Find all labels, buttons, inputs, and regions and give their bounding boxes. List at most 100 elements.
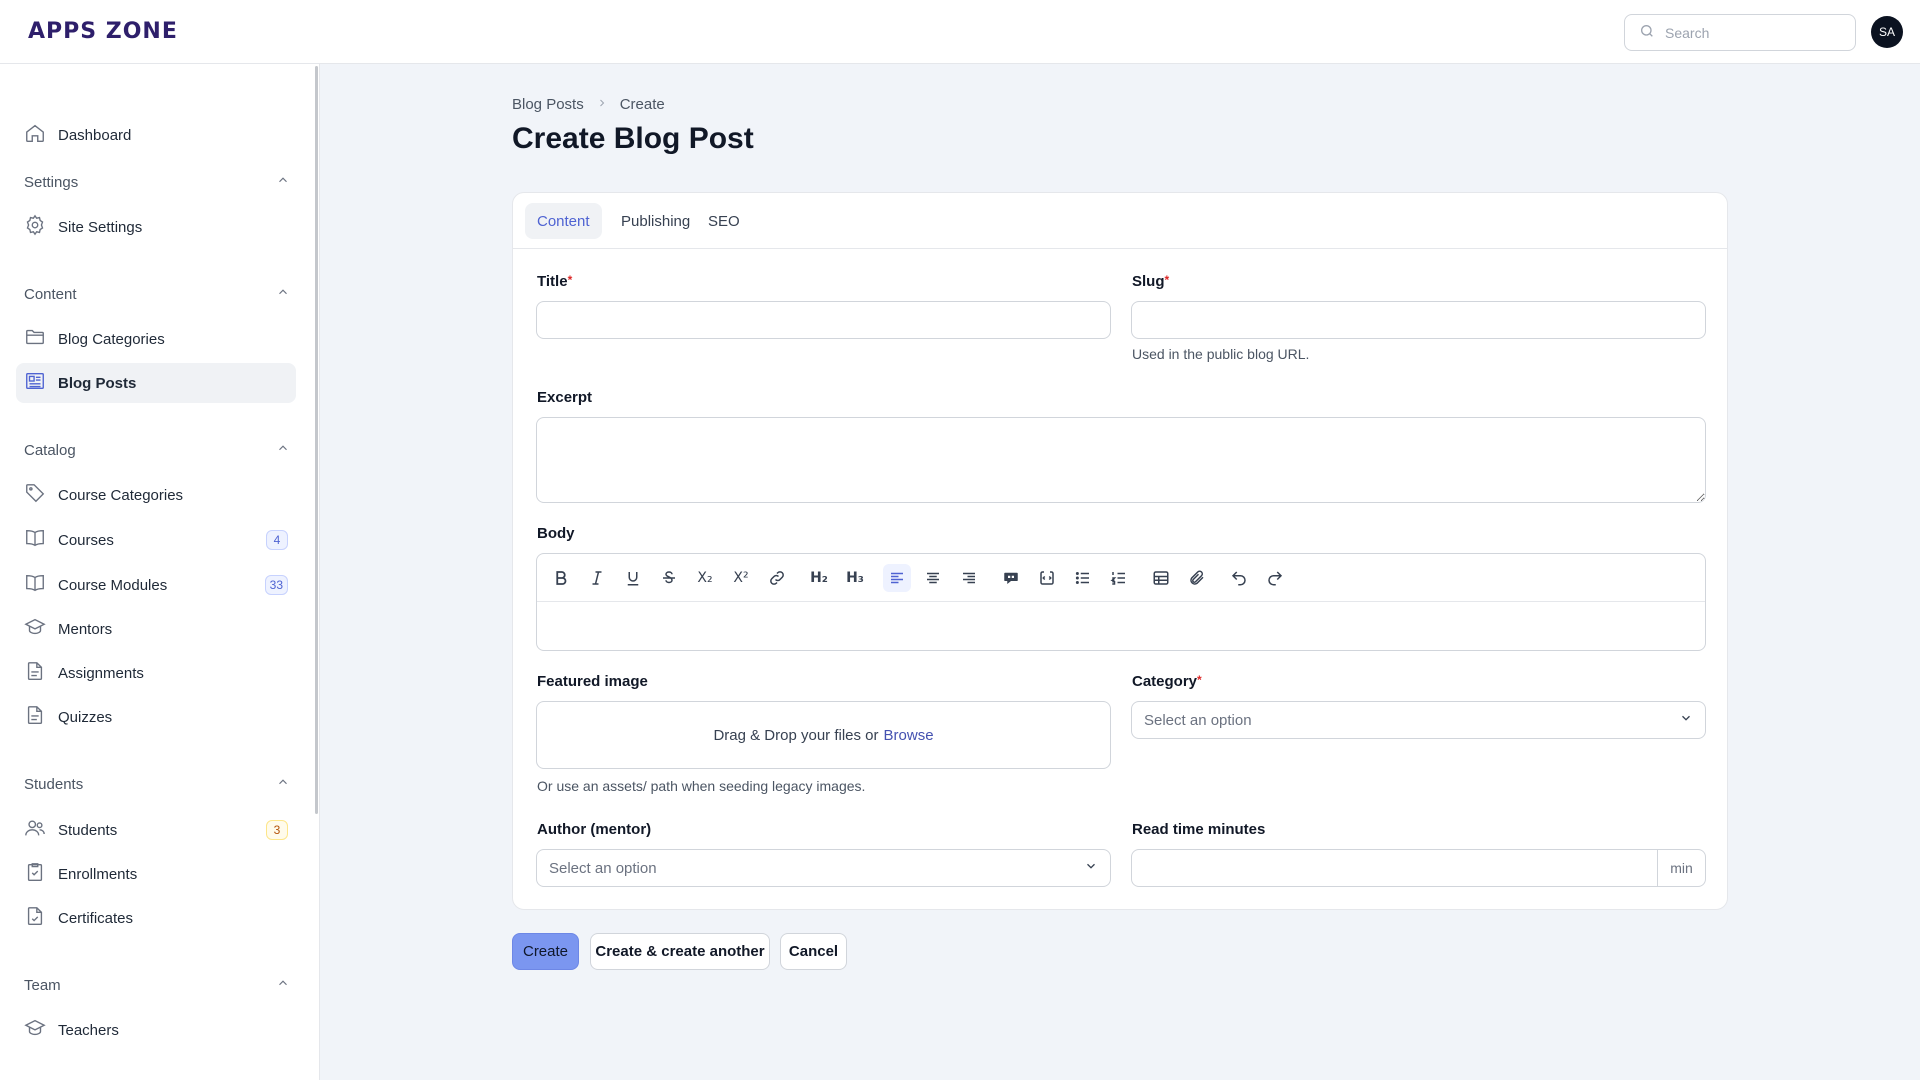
- sidebar-group-content[interactable]: Content: [24, 282, 290, 306]
- graduation-cap-icon: [24, 616, 46, 642]
- browse-link[interactable]: Browse: [884, 727, 934, 744]
- sidebar-item-students[interactable]: Students 3: [16, 810, 296, 850]
- book-open-icon: [24, 527, 46, 553]
- heading-3-icon[interactable]: H₃: [841, 564, 869, 592]
- attach-icon[interactable]: [1183, 564, 1211, 592]
- home-icon: [24, 122, 46, 148]
- heading-2-icon[interactable]: H₂: [805, 564, 833, 592]
- superscript-icon[interactable]: X²: [727, 564, 755, 592]
- group-label: Team: [24, 976, 61, 994]
- search-box[interactable]: [1624, 14, 1856, 51]
- sidebar-group-catalog[interactable]: Catalog: [24, 438, 290, 462]
- sidebar-item-label: Certificates: [58, 909, 134, 927]
- underline-icon[interactable]: [619, 564, 647, 592]
- sidebar-item-label: Dashboard: [58, 126, 132, 144]
- sidebar-item-teachers[interactable]: Teachers: [16, 1010, 296, 1050]
- newspaper-icon: [24, 370, 46, 396]
- bullet-list-icon[interactable]: [1069, 564, 1097, 592]
- read-time-field[interactable]: min: [1131, 849, 1706, 887]
- sidebar-group-students[interactable]: Students: [24, 772, 290, 796]
- breadcrumb-link[interactable]: Blog Posts: [512, 96, 584, 113]
- sidebar-item-course-modules[interactable]: Course Modules 33: [16, 565, 296, 605]
- tag-icon: [24, 482, 46, 508]
- excerpt-textarea[interactable]: [537, 418, 1705, 502]
- category-placeholder: Select an option: [1144, 711, 1252, 729]
- body-label: Body: [537, 525, 575, 542]
- slug-label: Slug*: [1132, 273, 1170, 290]
- featured-image-label: Featured image: [537, 673, 648, 690]
- sidebar-item-blog-posts[interactable]: Blog Posts: [16, 363, 296, 403]
- form-card: Content Publishing SEO Title* Slug* Used…: [512, 192, 1728, 910]
- sidebar-item-label: Course Modules: [58, 576, 168, 594]
- tab-publishing[interactable]: Publishing: [609, 203, 702, 239]
- ordered-list-icon[interactable]: [1105, 564, 1133, 592]
- count-badge: 3: [266, 820, 288, 840]
- breadcrumb-current: Create: [619, 96, 665, 113]
- sidebar-item-dashboard[interactable]: Dashboard: [16, 115, 296, 155]
- chevron-up-icon: [276, 285, 290, 303]
- chevron-down-icon: [1084, 859, 1098, 877]
- chevron-right-icon: [596, 96, 608, 113]
- slug-input[interactable]: [1132, 302, 1705, 338]
- table-icon[interactable]: [1147, 564, 1175, 592]
- tab-seo[interactable]: SEO: [696, 203, 752, 239]
- redo-icon[interactable]: [1261, 564, 1289, 592]
- code-block-icon[interactable]: [1033, 564, 1061, 592]
- sidebar-item-courses[interactable]: Courses 4: [16, 520, 296, 560]
- bold-icon[interactable]: [547, 564, 575, 592]
- read-time-suffix: min: [1657, 850, 1705, 886]
- sidebar-item-label: Quizzes: [58, 708, 113, 726]
- sidebar-group-team[interactable]: Team: [24, 973, 290, 997]
- sidebar-item-label: Blog Posts: [58, 374, 137, 392]
- link-icon[interactable]: [763, 564, 791, 592]
- sidebar-item-enrollments[interactable]: Enrollments: [16, 854, 296, 894]
- chevron-up-icon: [276, 775, 290, 793]
- undo-icon[interactable]: [1225, 564, 1253, 592]
- category-label: Category*: [1132, 673, 1202, 690]
- blockquote-icon[interactable]: [997, 564, 1025, 592]
- document-check-icon: [24, 905, 46, 931]
- excerpt-field[interactable]: [536, 417, 1706, 503]
- document-icon: [24, 704, 46, 730]
- document-icon: [24, 660, 46, 686]
- align-center-icon[interactable]: [919, 564, 947, 592]
- sidebar-item-label: Students: [58, 821, 118, 839]
- sidebar-item-label: Assignments: [58, 664, 144, 682]
- strikethrough-icon[interactable]: [655, 564, 683, 592]
- sidebar-scrollbar[interactable]: [315, 66, 318, 814]
- create-another-button[interactable]: Create & create another: [590, 933, 770, 970]
- search-input[interactable]: [1665, 24, 1845, 41]
- featured-image-dropzone[interactable]: Drag & Drop your files or Browse: [536, 701, 1111, 769]
- sidebar-item-blog-categories[interactable]: Blog Categories: [16, 319, 296, 359]
- category-select[interactable]: Select an option: [1131, 701, 1706, 739]
- brand-logo[interactable]: APPS ZONE: [28, 19, 178, 44]
- editor-toolbar: X₂ X² H₂ H₃: [537, 554, 1705, 602]
- sidebar-item-certificates[interactable]: Certificates: [16, 898, 296, 938]
- author-select[interactable]: Select an option: [536, 849, 1111, 887]
- gear-icon: [24, 214, 46, 240]
- user-avatar[interactable]: SA: [1871, 16, 1903, 48]
- rich-text-editor[interactable]: X₂ X² H₂ H₃: [536, 553, 1706, 651]
- title-input[interactable]: [537, 302, 1110, 338]
- tab-content[interactable]: Content: [525, 203, 602, 239]
- read-time-input[interactable]: [1132, 850, 1657, 886]
- chevron-up-icon: [276, 173, 290, 191]
- read-time-label: Read time minutes: [1132, 821, 1266, 838]
- subscript-icon[interactable]: X₂: [691, 564, 719, 592]
- sidebar-item-course-categories[interactable]: Course Categories: [16, 475, 296, 515]
- align-left-icon[interactable]: [883, 564, 911, 592]
- sidebar-item-assignments[interactable]: Assignments: [16, 653, 296, 693]
- sidebar-item-quizzes[interactable]: Quizzes: [16, 697, 296, 737]
- italic-icon[interactable]: [583, 564, 611, 592]
- sidebar-group-settings[interactable]: Settings: [24, 170, 290, 194]
- top-bar: APPS ZONE SA: [0, 0, 1920, 64]
- cancel-button[interactable]: Cancel: [780, 933, 847, 970]
- group-label: Content: [24, 285, 77, 303]
- sidebar-item-label: Course Categories: [58, 486, 184, 504]
- slug-field[interactable]: [1131, 301, 1706, 339]
- create-button[interactable]: Create: [512, 933, 579, 970]
- sidebar-item-mentors[interactable]: Mentors: [16, 609, 296, 649]
- title-field[interactable]: [536, 301, 1111, 339]
- align-right-icon[interactable]: [955, 564, 983, 592]
- sidebar-item-site-settings[interactable]: Site Settings: [16, 207, 296, 247]
